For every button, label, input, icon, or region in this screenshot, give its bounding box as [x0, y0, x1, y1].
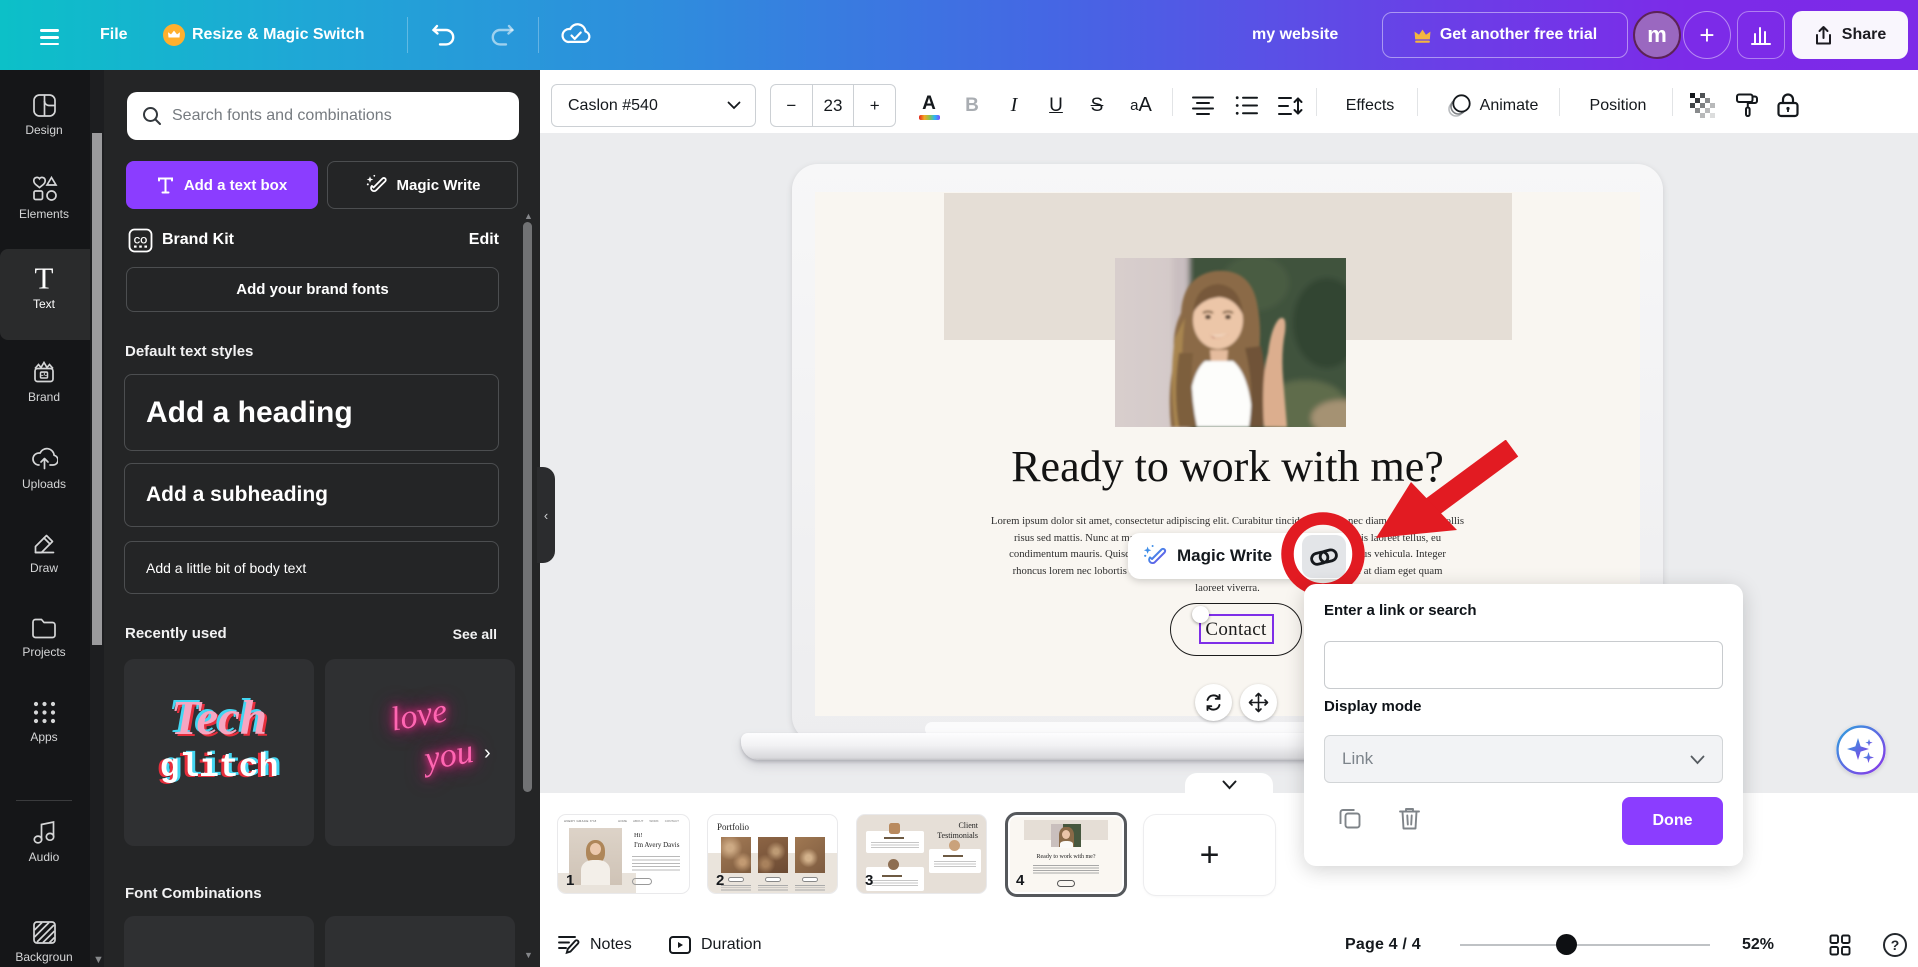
svg-text:CO: CO [40, 372, 49, 378]
svg-text:CO: CO [134, 236, 148, 246]
svg-text:T: T [35, 262, 54, 292]
